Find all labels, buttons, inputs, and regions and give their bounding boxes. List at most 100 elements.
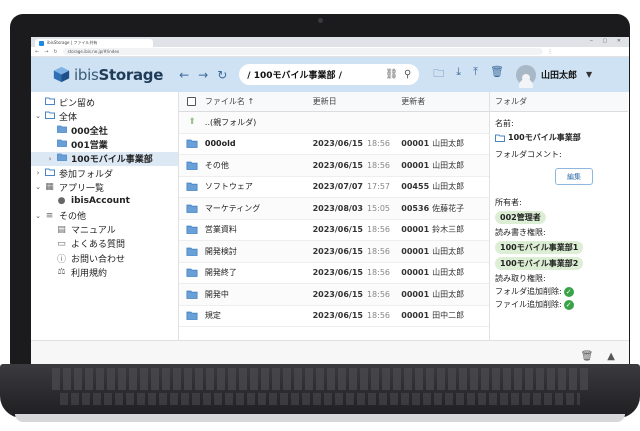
modified-by: 00001 山田太郎: [401, 246, 465, 256]
select-all-checkbox[interactable]: [187, 97, 197, 106]
owner-badge: 002管理者: [495, 211, 546, 224]
file-name[interactable]: ソフトウェア: [205, 181, 313, 192]
modified-date: 2023/06/15 18:56: [312, 246, 391, 256]
link-icon[interactable]: ⛓: [385, 69, 398, 80]
table-row[interactable]: ⬆ ..(親フォルダ): [179, 112, 489, 134]
window-controls[interactable]: ‒ ▢ ✕: [590, 38, 625, 44]
folder-icon: [179, 182, 205, 192]
file-name[interactable]: 開発終了: [205, 267, 313, 278]
add-file-label: ファイル追加削除:: [495, 300, 562, 309]
sidebar-item[interactable]: ⌄ ▦ アプリ一覧: [31, 180, 178, 194]
trash-icon[interactable]: 🗑: [581, 351, 594, 362]
address-bar[interactable]: storage.ibis.ne.jp/#/index: [62, 48, 543, 55]
chat-icon: ▭: [57, 238, 66, 249]
chevron-up-icon[interactable]: ▲: [607, 351, 615, 362]
sidebar-item[interactable]: ▤ マニュアル: [31, 223, 178, 237]
chevron-down-icon[interactable]: ⌄: [33, 183, 43, 191]
folder-icon: [55, 125, 68, 136]
browser-reload-icon[interactable]: ↻: [53, 49, 57, 55]
sidebar-item[interactable]: › 100モバイル事業部: [31, 151, 178, 166]
sidebar-item-label: その他: [59, 212, 87, 223]
folder-icon: [179, 225, 205, 235]
file-name[interactable]: マーケティング: [205, 203, 313, 214]
table-row[interactable]: 営業資料 2023/06/15 18:56 00001 鈴木三郎: [179, 220, 489, 241]
add-folder-permission: フォルダ追加削除: ✓: [495, 286, 623, 297]
forward-arrow-icon[interactable]: →: [198, 68, 208, 82]
modified-by: 00001 山田太郎: [401, 139, 465, 149]
sidebar-item-label: ピン留め: [59, 98, 96, 109]
modified-date: 2023/06/15 18:56: [312, 268, 391, 278]
user-menu[interactable]: 山田太郎 ▼: [516, 64, 592, 88]
file-name[interactable]: 000old: [205, 139, 313, 148]
modified-date: 2023/06/15 18:56: [312, 225, 391, 235]
file-name[interactable]: 規定: [205, 310, 313, 321]
edit-button[interactable]: 編集: [555, 168, 593, 185]
sidebar-item[interactable]: ⚖ 利用規約: [31, 265, 178, 279]
file-name[interactable]: その他: [205, 160, 313, 171]
table-row[interactable]: 000old 2023/06/15 18:56 00001 山田太郎: [179, 134, 489, 155]
comment-label: フォルダコメント:: [495, 150, 562, 159]
back-arrow-icon[interactable]: ←: [179, 68, 189, 82]
folder-icon: [179, 204, 205, 213]
sidebar-item-label: 000全社: [71, 126, 108, 137]
folder-icon: [179, 247, 205, 256]
sidebar-item[interactable]: ピン留め: [31, 95, 178, 109]
table-row[interactable]: ソフトウェア 2023/07/07 17:57 00455 山田太郎: [179, 177, 489, 198]
file-name[interactable]: 開発検討: [205, 246, 313, 257]
file-name[interactable]: 営業資料: [205, 224, 313, 235]
table-row[interactable]: 開発終了 2023/06/15 18:56 00001 山田太郎: [179, 263, 489, 284]
sidebar-item[interactable]: ⌄ 全体: [31, 109, 178, 123]
sidebar-item[interactable]: ⌄ ≡ その他: [31, 209, 178, 223]
browser-urlbar: ← → ↻ storage.ibis.ne.jp/#/index ⋮: [31, 47, 629, 57]
table-row[interactable]: マーケティング 2023/08/03 15:05 00536 佐藤花子: [179, 198, 489, 220]
sidebar-item[interactable]: 001営業: [31, 138, 178, 152]
folder-icon: [179, 268, 205, 278]
chevron-right-icon[interactable]: ›: [33, 169, 43, 177]
logo-text: ibisStorage: [74, 65, 164, 84]
modified-by: 00001 山田太郎: [401, 268, 465, 278]
sidebar-item[interactable]: › 参加フォルダ: [31, 166, 178, 180]
laptop-shadow: [15, 414, 625, 422]
upload-icon[interactable]: ⤒: [473, 65, 478, 84]
column-header-name[interactable]: ファイル名 ↑: [205, 96, 313, 107]
path-bar[interactable]: / 100モバイル事業部 / ⛓ ⚲: [239, 64, 420, 85]
download-icon[interactable]: ⤓: [456, 65, 461, 84]
new-folder-icon[interactable]: 🗀: [433, 65, 444, 84]
search-icon[interactable]: ⚲: [404, 69, 411, 80]
sidebar-item[interactable]: ▭ よくある質問: [31, 237, 178, 251]
detail-title: フォルダ: [490, 92, 628, 112]
modified-date: 2023/06/15 18:56: [312, 160, 391, 170]
sidebar-item-label: お問い合わせ: [71, 254, 126, 265]
table-row[interactable]: 開発検討 2023/06/15 18:56 00001 山田太郎: [179, 241, 489, 263]
chevron-right-icon[interactable]: ›: [45, 155, 55, 163]
modified-date: 2023/06/15 18:56: [312, 311, 391, 321]
trash-icon[interactable]: 🗑: [490, 65, 504, 84]
browser-menu-icon[interactable]: ⋮: [548, 49, 553, 55]
chevron-down-icon[interactable]: ⌄: [33, 112, 43, 120]
webcam: [318, 18, 323, 23]
column-header-user[interactable]: 更新者: [401, 96, 489, 107]
rw-badge: 100モバイル事業部2: [495, 257, 584, 270]
name-label: 名前:: [495, 119, 514, 128]
sidebar-item[interactable]: 000全社: [31, 123, 178, 137]
sidebar-item-label: アプリ一覧: [59, 183, 105, 194]
browser-forward-icon[interactable]: →: [44, 49, 48, 55]
sidebar-item-label: 利用規約: [71, 268, 108, 279]
chevron-down-icon[interactable]: ⌄: [33, 212, 43, 220]
modified-by: 00536 佐藤花子: [401, 203, 465, 213]
table-row[interactable]: 規定 2023/06/15 18:56 00001 田中二郎: [179, 306, 489, 327]
browser-tabbar: ibisStorage | ファイル共有 ‒ ▢ ✕: [31, 37, 629, 47]
refresh-icon[interactable]: ↻: [217, 68, 227, 82]
file-name[interactable]: 開発中: [205, 289, 313, 300]
app-logo[interactable]: ibisStorage: [53, 66, 163, 84]
modified-date: 2023/08/03 15:05: [312, 203, 391, 213]
browser-tab[interactable]: ibisStorage | ファイル共有: [35, 39, 153, 47]
table-row[interactable]: 開発中 2023/06/15 18:56 00001 山田太郎: [179, 284, 489, 306]
modified-by: 00001 山田太郎: [401, 160, 465, 170]
file-name[interactable]: ..(親フォルダ): [205, 117, 313, 128]
browser-back-icon[interactable]: ←: [35, 49, 39, 55]
sidebar-item[interactable]: ⓘ お問い合わせ: [31, 251, 178, 265]
sidebar-item[interactable]: ● ibisAccount: [31, 194, 178, 208]
column-header-date[interactable]: 更新日: [313, 96, 402, 107]
table-row[interactable]: その他 2023/06/15 18:56 00001 山田太郎: [179, 155, 489, 177]
